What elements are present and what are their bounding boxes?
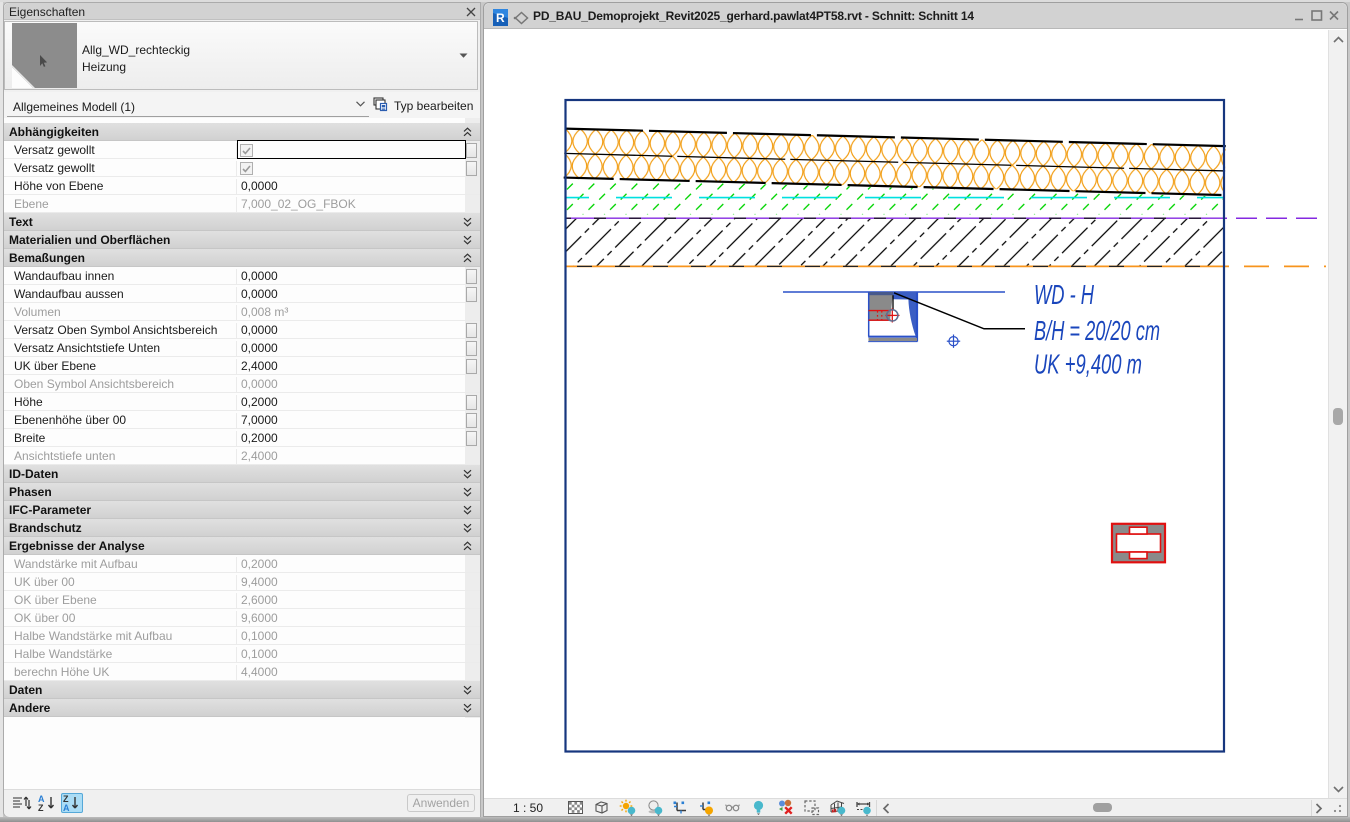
svg-text:A: A [63,803,70,812]
svg-text:B/H = 20/20 cm: B/H = 20/20 cm [1034,315,1160,346]
svg-text:UK +9,400 m: UK +9,400 m [1034,349,1142,380]
svg-text:Z: Z [38,803,44,813]
svg-text:WD - H: WD - H [1034,279,1095,310]
svg-text:R: R [496,11,505,25]
